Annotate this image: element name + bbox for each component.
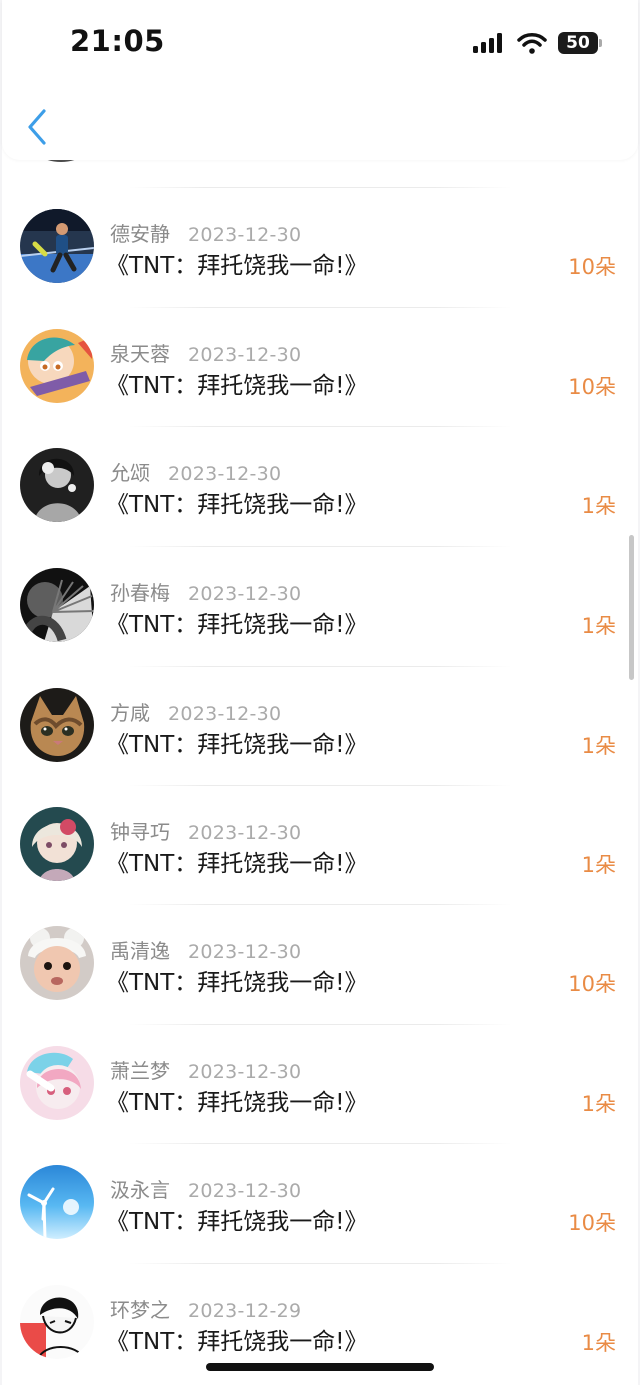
list-item[interactable]: 德安静 2023-12-30 《TNT：拜托饶我一命!》 10朵 xyxy=(2,188,638,307)
user-name: 孙春梅 xyxy=(110,581,170,605)
gift-amount: 1朵 xyxy=(581,734,616,758)
name-date-line: 孙春梅 2023-12-30 xyxy=(110,577,301,606)
user-name: 允颂 xyxy=(110,461,150,485)
home-indicator[interactable] xyxy=(206,1363,434,1371)
gift-date: 2023-12-30 xyxy=(188,1180,302,1202)
runner-photo-avatar[interactable] xyxy=(20,209,94,283)
wifi-icon xyxy=(517,33,547,54)
gift-date: 2023-12-30 xyxy=(188,941,302,963)
gift-amount: 1朵 xyxy=(581,1331,616,1355)
gift-date: 2023-12-30 xyxy=(188,224,302,246)
user-name: 钟寻巧 xyxy=(110,820,170,844)
name-date-line: 允颂 2023-12-30 xyxy=(110,457,281,486)
back-button[interactable] xyxy=(20,105,54,149)
sketch-boy-avatar[interactable] xyxy=(20,1285,94,1359)
name-date-line: 方咸 2023-12-30 xyxy=(110,697,281,726)
anime-girl-avatar[interactable] xyxy=(20,329,94,403)
name-date-line: 汲永言 2023-12-30 xyxy=(110,1174,301,1203)
vertical-scrollbar[interactable] xyxy=(629,535,634,680)
wind-turbine-avatar[interactable] xyxy=(20,1165,94,1239)
gift-date: 2023-12-30 xyxy=(168,703,282,725)
user-name: 禹清逸 xyxy=(110,939,170,963)
fan-portrait-avatar[interactable] xyxy=(20,568,94,642)
book-title: 《TNT：拜托饶我一命!》 xyxy=(106,373,368,399)
name-date-line: 钟寻巧 2023-12-30 xyxy=(110,816,301,845)
user-name: 萧兰梦 xyxy=(110,1059,170,1083)
status-icons: 50 xyxy=(472,28,602,58)
cellular-signal-icon xyxy=(473,33,502,53)
book-title: 《TNT：拜托饶我一命!》 xyxy=(106,492,368,518)
name-date-line: 泉天蓉 2023-12-30 xyxy=(110,338,301,367)
pink-anime-avatar[interactable] xyxy=(20,1046,94,1120)
name-date-line: 萧兰梦 2023-12-30 xyxy=(110,1055,301,1084)
gift-date: 2023-12-30 xyxy=(188,344,302,366)
list-item[interactable]: 禹清逸 2023-12-30 《TNT：拜托饶我一命!》 10朵 xyxy=(2,905,638,1024)
gift-amount: 1朵 xyxy=(581,614,616,638)
user-name: 汲永言 xyxy=(110,1178,170,1202)
anime-doll-avatar[interactable] xyxy=(20,807,94,881)
gift-list[interactable]: 德安静 2023-12-30 《TNT：拜托饶我一命!》 10朵 泉天蓉 202… xyxy=(2,140,638,1385)
gift-amount: 1朵 xyxy=(581,494,616,518)
user-name: 德安静 xyxy=(110,222,170,246)
gift-amount: 10朵 xyxy=(568,1211,616,1235)
gift-amount: 1朵 xyxy=(581,853,616,877)
baby-avatar[interactable] xyxy=(20,926,94,1000)
book-title: 《TNT：拜托饶我一命!》 xyxy=(106,253,368,279)
list-item[interactable]: 允颂 2023-12-30 《TNT：拜托饶我一命!》 1朵 xyxy=(2,427,638,546)
list-item[interactable]: 孙春梅 2023-12-30 《TNT：拜托饶我一命!》 1朵 xyxy=(2,547,638,666)
book-title: 《TNT：拜托饶我一命!》 xyxy=(106,1209,368,1235)
gift-date: 2023-12-30 xyxy=(168,463,282,485)
gift-amount: 10朵 xyxy=(568,972,616,996)
name-date-line: 环梦之 2023-12-29 xyxy=(110,1294,301,1323)
grayscale-portrait-avatar[interactable] xyxy=(20,448,94,522)
user-name: 泉天蓉 xyxy=(110,342,170,366)
user-name: 环梦之 xyxy=(110,1298,170,1322)
gift-date: 2023-12-30 xyxy=(188,822,302,844)
battery-icon: 50 xyxy=(558,32,602,54)
gift-record-screen: 21:05 50 德安静 2023-12-30 《TNT：拜托饶我一命!》 10… xyxy=(0,0,640,1385)
gift-amount: 1朵 xyxy=(581,1092,616,1116)
status-time: 21:05 xyxy=(70,24,165,58)
list-item[interactable]: 泉天蓉 2023-12-30 《TNT：拜托饶我一命!》 10朵 xyxy=(2,308,638,427)
top-header: 21:05 50 xyxy=(2,0,638,160)
book-title: 《TNT：拜托饶我一命!》 xyxy=(106,970,368,996)
cat-avatar[interactable] xyxy=(20,688,94,762)
gift-amount: 10朵 xyxy=(568,375,616,399)
list-item[interactable]: 汲永言 2023-12-30 《TNT：拜托饶我一命!》 10朵 xyxy=(2,1144,638,1263)
chevron-left-icon xyxy=(28,109,46,145)
gift-date: 2023-12-30 xyxy=(188,1061,302,1083)
book-title: 《TNT：拜托饶我一命!》 xyxy=(106,732,368,758)
book-title: 《TNT：拜托饶我一命!》 xyxy=(106,1329,368,1355)
gift-date: 2023-12-29 xyxy=(188,1300,302,1322)
name-date-line: 德安静 2023-12-30 xyxy=(110,218,301,247)
book-title: 《TNT：拜托饶我一命!》 xyxy=(106,1090,368,1116)
gift-date: 2023-12-30 xyxy=(188,583,302,605)
list-item[interactable]: 方咸 2023-12-30 《TNT：拜托饶我一命!》 1朵 xyxy=(2,667,638,786)
book-title: 《TNT：拜托饶我一命!》 xyxy=(106,851,368,877)
name-date-line: 禹清逸 2023-12-30 xyxy=(110,935,301,964)
list-item[interactable]: 萧兰梦 2023-12-30 《TNT：拜托饶我一命!》 1朵 xyxy=(2,1025,638,1144)
list-item[interactable]: 钟寻巧 2023-12-30 《TNT：拜托饶我一命!》 1朵 xyxy=(2,786,638,905)
gift-amount: 10朵 xyxy=(568,255,616,279)
user-name: 方咸 xyxy=(110,701,150,725)
book-title: 《TNT：拜托饶我一命!》 xyxy=(106,612,368,638)
